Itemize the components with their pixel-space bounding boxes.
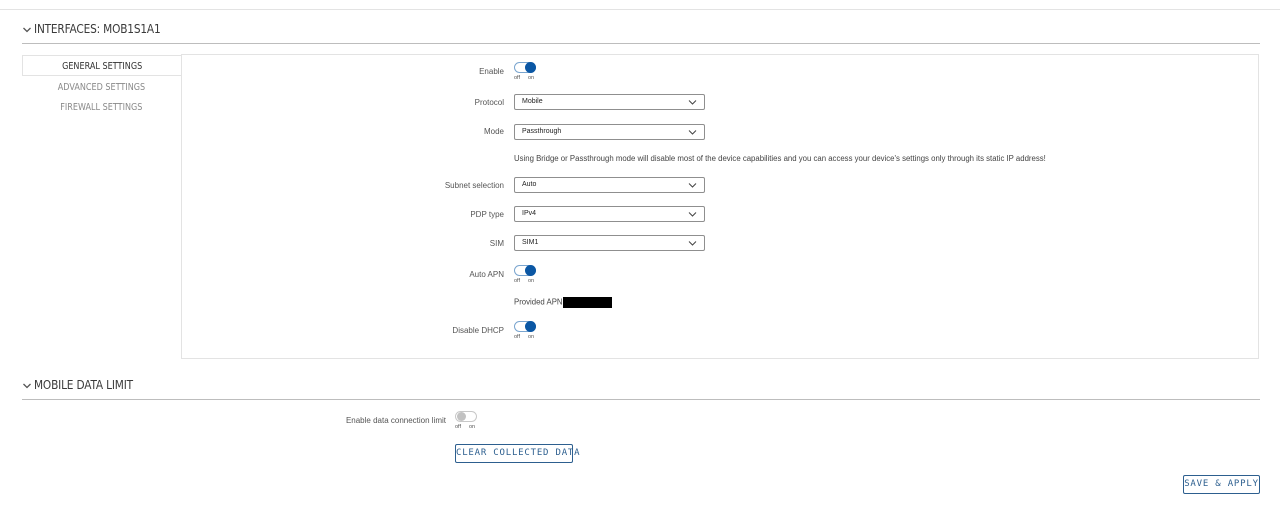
select-value: Mobile <box>522 98 543 105</box>
toggle-track <box>514 321 536 332</box>
mode-label: Mode <box>483 127 504 136</box>
provided-apn: Provided APN <box>514 297 612 308</box>
sim-label: SIM <box>489 239 504 248</box>
section-title: INTERFACES: MOB1S1A1 <box>34 22 161 36</box>
disable-dhcp-toggle[interactable]: off on <box>514 321 540 341</box>
section-header-mobile-data-limit[interactable]: MOBILE DATA LIMIT <box>22 377 1260 400</box>
clear-collected-data-button[interactable]: CLEAR COLLECTED DATA <box>455 444 580 463</box>
toggle-off-label: off <box>514 75 521 81</box>
toggle-knob <box>525 62 536 73</box>
toggle-knob <box>525 321 536 332</box>
chevron-down-icon <box>688 241 697 246</box>
enable-toggle[interactable]: off on <box>514 62 540 82</box>
auto-apn-toggle[interactable]: off on <box>514 265 540 285</box>
subnet-selection-select[interactable]: Auto <box>514 177 705 193</box>
tab-general-settings[interactable]: GENERAL SETTINGS <box>22 55 181 76</box>
mode-select[interactable]: Passthrough <box>514 124 705 140</box>
tab-label: ADVANCED SETTINGS <box>57 82 146 93</box>
pdp-type-select[interactable]: IPv4 <box>514 206 705 222</box>
toggle-off-label: off <box>455 424 462 430</box>
auto-apn-label: Auto APN <box>469 270 504 279</box>
select-value: IPv4 <box>522 210 537 217</box>
protocol-select[interactable]: Mobile <box>514 94 705 110</box>
toggle-on-label: on <box>528 75 535 81</box>
chevron-down-icon <box>23 383 31 389</box>
toggle-off-label: off <box>514 334 521 340</box>
select-value: Passthrough <box>522 128 562 135</box>
select-value: Auto <box>522 181 537 188</box>
toggle-on-label: on <box>528 334 535 340</box>
toggle-knob <box>457 412 466 421</box>
sim-select[interactable]: SIM1 <box>514 235 705 251</box>
enable-data-limit-toggle[interactable]: off on <box>455 411 481 431</box>
section-header-interfaces[interactable]: INTERFACES: MOB1S1A1 <box>22 21 1260 44</box>
section-title: MOBILE DATA LIMIT <box>34 378 133 392</box>
protocol-label: Protocol <box>474 98 504 107</box>
redacted-apn-value <box>562 297 612 308</box>
pdp-type-label: PDP type <box>470 210 504 219</box>
chevron-down-icon <box>688 183 697 188</box>
toggle-on-label: on <box>528 278 535 284</box>
toggle-track <box>455 411 477 422</box>
save-and-apply-button[interactable]: SAVE & APPLY <box>1183 475 1260 494</box>
provided-apn-label: Provided APN <box>514 297 563 307</box>
select-value: SIM1 <box>522 239 539 246</box>
mode-warning-note: Using Bridge or Passthrough mode will di… <box>514 154 1046 163</box>
chevron-down-icon <box>688 100 697 105</box>
subnet-selection-label: Subnet selection <box>444 181 504 190</box>
tab-label: GENERAL SETTINGS <box>61 61 143 72</box>
enable-data-limit-label: Enable data connection limit <box>345 416 446 425</box>
toggle-knob <box>525 265 536 276</box>
toggle-track <box>514 265 536 276</box>
tab-advanced-settings[interactable]: ADVANCED SETTINGS <box>22 77 181 98</box>
toggle-on-label: on <box>469 424 476 430</box>
disable-dhcp-label: Disable DHCP <box>452 326 504 335</box>
tab-label: FIREWALL SETTINGS <box>60 102 143 113</box>
top-divider <box>0 9 1280 10</box>
chevron-down-icon <box>23 27 31 33</box>
chevron-down-icon <box>688 212 697 217</box>
chevron-down-icon <box>688 130 697 135</box>
toggle-off-label: off <box>514 278 521 284</box>
enable-label: Enable <box>479 67 504 76</box>
tab-firewall-settings[interactable]: FIREWALL SETTINGS <box>22 97 181 118</box>
toggle-track <box>514 62 536 73</box>
